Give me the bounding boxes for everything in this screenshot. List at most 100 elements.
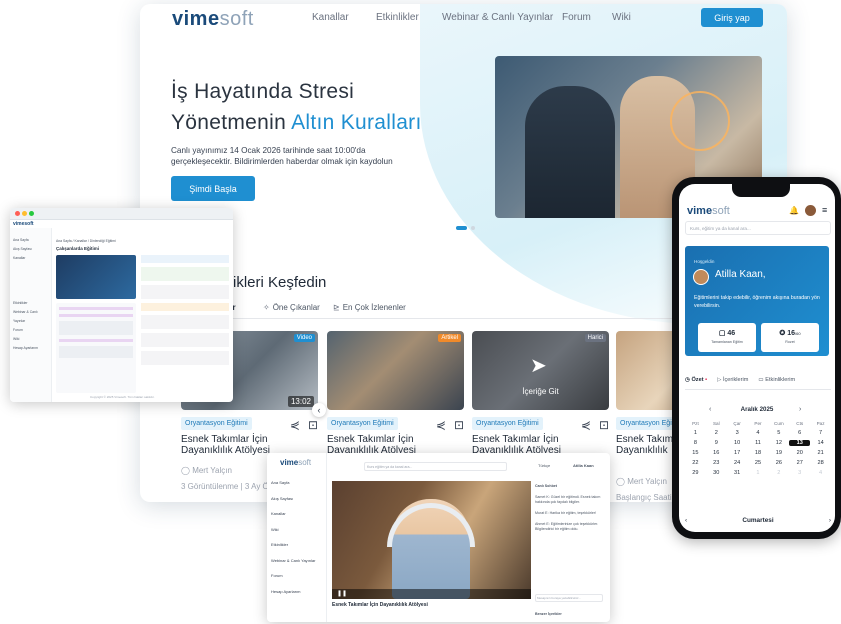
prev-day-button[interactable]: ‹ xyxy=(685,517,687,524)
calendar-day[interactable]: 6 xyxy=(789,430,810,436)
bookmark-icon[interactable]: ⊡ xyxy=(454,418,464,432)
calendar-day[interactable]: 17 xyxy=(727,450,748,456)
sidebar-item[interactable]: Akış Sayfası xyxy=(271,491,315,507)
card-thumbnail[interactable]: Artikel xyxy=(327,331,464,410)
calendar-day[interactable]: 1 xyxy=(685,430,706,436)
calendar-day[interactable]: 20 xyxy=(789,450,810,456)
calendar-day[interactable]: 27 xyxy=(789,460,810,466)
calendar-day[interactable]: 3 xyxy=(727,430,748,436)
calendar-day[interactable]: 18 xyxy=(748,450,769,456)
user-name[interactable]: Atilla Kaan xyxy=(573,463,594,468)
calendar-day[interactable]: 3 xyxy=(789,470,810,476)
calendar-day[interactable]: 14 xyxy=(810,440,831,446)
video-controls[interactable]: ❚❚ xyxy=(332,589,531,599)
calendar-day[interactable]: 24 xyxy=(727,460,748,466)
calendar-day[interactable]: 4 xyxy=(810,470,831,476)
share-icon[interactable]: ⋞ xyxy=(290,418,300,432)
card-thumbnail[interactable]: Harici ➤ İçeriğe Git xyxy=(472,331,609,410)
content-card[interactable]: Harici ➤ İçeriğe Git Oryantasyon Eğitimi… xyxy=(472,331,609,456)
calendar-day[interactable]: 4 xyxy=(748,430,769,436)
tab-my-content[interactable]: ▷ İçeriklerim xyxy=(717,377,748,383)
vimesoft-logo[interactable]: vimesoft xyxy=(13,221,34,227)
nav-link-forum[interactable]: Forum xyxy=(562,12,612,23)
vimesoft-logo[interactable]: vimesoft xyxy=(280,458,311,467)
calendar-day[interactable]: 16 xyxy=(706,450,727,456)
sidebar-item[interactable]: Webinar & Canlı Yayınlar xyxy=(271,553,315,569)
menu-icon[interactable]: ≡ xyxy=(822,205,827,215)
category-tag[interactable]: Oryantasyon Eğitimi xyxy=(181,417,252,430)
calendar-day[interactable]: 13 xyxy=(789,440,811,446)
go-to-content-label[interactable]: İçeriğe Git xyxy=(472,387,609,396)
language-selector[interactable]: Türkçe xyxy=(538,463,550,468)
login-button[interactable]: Giriş yap xyxy=(701,8,763,27)
nav-link-wiki[interactable]: Wiki xyxy=(612,12,642,23)
calendar-day[interactable]: 28 xyxy=(810,460,831,466)
calendar-day[interactable]: 26 xyxy=(768,460,789,466)
bell-icon[interactable]: 🔔 xyxy=(789,206,799,215)
tab-my-events[interactable]: ▭ Etkinliklerim xyxy=(758,377,795,383)
calendar-day[interactable]: 29 xyxy=(685,470,706,476)
sidebar-item[interactable]: Etkinlikler xyxy=(13,299,48,308)
calendar-day[interactable]: 22 xyxy=(685,460,706,466)
avatar[interactable] xyxy=(805,205,816,216)
sidebar-item[interactable]: Wiki xyxy=(271,522,315,538)
sidebar-item[interactable]: Kanallar xyxy=(13,254,48,263)
sidebar-item[interactable]: Ana Sayfa xyxy=(271,475,315,491)
video-player[interactable]: ❚❚ xyxy=(332,481,531,599)
sidebar-item[interactable]: Webinar & Canlı Yayınlar xyxy=(13,308,48,326)
carousel-dots[interactable] xyxy=(456,226,475,230)
calendar-day[interactable]: 10 xyxy=(727,440,748,446)
category-tag[interactable]: Oryantasyon Eğitimi xyxy=(327,417,398,430)
sidebar-item[interactable]: Wiki xyxy=(13,335,48,344)
sidebar-item[interactable]: Hesap Ayarlarım xyxy=(13,344,48,353)
calendar-day[interactable]: 30 xyxy=(706,470,727,476)
calendar-day[interactable]: 11 xyxy=(748,440,769,446)
calendar-day[interactable]: 5 xyxy=(768,430,789,436)
bookmark-icon[interactable]: ⊡ xyxy=(308,418,318,432)
tab-all[interactable]: ar xyxy=(228,303,263,312)
search-input[interactable]: Kurs, eğitim ya da kanal ara... xyxy=(685,221,831,235)
next-month-button[interactable]: › xyxy=(799,406,801,413)
calendar-day[interactable]: 15 xyxy=(685,450,706,456)
sidebar-item[interactable]: Hesap Ayarlarım xyxy=(271,584,315,600)
calendar-day[interactable]: 12 xyxy=(768,440,789,446)
calendar-day[interactable]: 2 xyxy=(706,430,727,436)
sidebar-item[interactable]: Ana Sayfa xyxy=(13,236,48,245)
vimesoft-logo[interactable]: vimesoft xyxy=(172,8,254,31)
calendar-day[interactable]: 25 xyxy=(748,460,769,466)
nav-link-etkinlikler[interactable]: Etkinlikler xyxy=(376,12,442,23)
calendar-day[interactable]: 31 xyxy=(727,470,748,476)
tab-summary[interactable]: ◷ Özet • xyxy=(685,377,707,383)
tab-featured[interactable]: ✧ Öne Çıkanlar xyxy=(263,303,333,312)
sidebar-item[interactable]: Akış Sayfası xyxy=(13,245,48,254)
sidebar-item[interactable]: Forum xyxy=(271,568,315,584)
tab-most-watched[interactable]: ⊵ En Çok İzlenenler xyxy=(333,303,433,312)
nav-link-kanallar[interactable]: Kanallar xyxy=(312,12,376,23)
bookmark-icon[interactable]: ⊡ xyxy=(599,418,609,432)
share-icon[interactable]: ⋞ xyxy=(581,418,591,432)
carousel-prev-button[interactable]: ‹ xyxy=(312,403,326,417)
calendar-day[interactable]: 9 xyxy=(706,440,727,446)
sidebar-item[interactable]: Forum xyxy=(13,326,48,335)
chat-input[interactable]: Mesajınızı buraya yazabilirsiniz... xyxy=(535,594,603,602)
calendar-day[interactable]: 1 xyxy=(748,470,769,476)
sidebar-item[interactable]: Etkinlikler xyxy=(271,537,315,553)
nav-link-webinar[interactable]: Webinar & Canlı Yayınlar xyxy=(442,12,562,23)
calendar-day[interactable]: 23 xyxy=(706,460,727,466)
share-icon[interactable]: ⋞ xyxy=(436,418,446,432)
calendar-day[interactable]: 2 xyxy=(768,470,789,476)
next-day-button[interactable]: › xyxy=(829,517,831,524)
pause-icon[interactable]: ❚❚ xyxy=(337,590,347,597)
calendar-day[interactable]: 19 xyxy=(768,450,789,456)
search-input[interactable]: Kurs eğitim ya da kanal ara... xyxy=(364,462,507,471)
badge-stat[interactable]: ✪ 16/60 Rozet xyxy=(761,323,819,352)
start-now-button[interactable]: Şimdi Başla xyxy=(171,176,255,201)
calendar-day[interactable]: 8 xyxy=(685,440,706,446)
completed-stat[interactable]: ▢ 46 Tamamlanan Eğitim xyxy=(698,323,756,352)
sidebar-item[interactable]: Kanallar xyxy=(271,506,315,522)
content-card[interactable]: Artikel Oryantasyon Eğitimi ⋞ ⊡ Esnek Tak… xyxy=(327,331,464,456)
calendar-day[interactable]: 21 xyxy=(810,450,831,456)
vimesoft-logo[interactable]: vimesoft xyxy=(687,205,730,217)
calendar-day[interactable]: 7 xyxy=(810,430,831,436)
category-tag[interactable]: Oryantasyon Eğitimi xyxy=(472,417,543,430)
